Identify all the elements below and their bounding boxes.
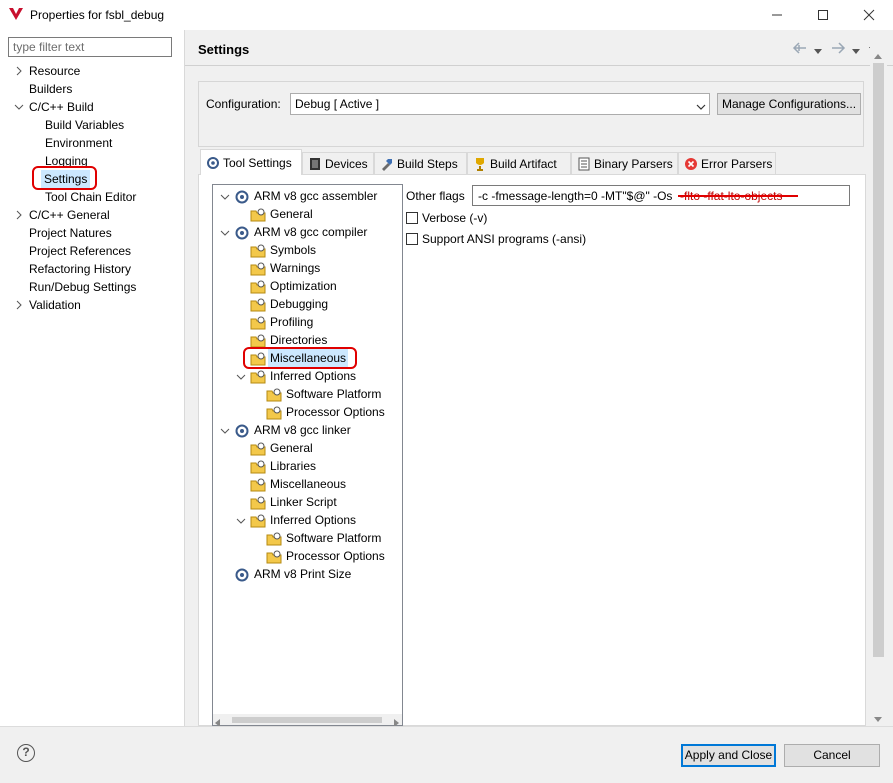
tab-devices[interactable]: Devices <box>302 152 374 174</box>
tab-error-parsers[interactable]: Error Parsers <box>678 152 776 174</box>
strikethrough-annotation <box>678 195 798 197</box>
tree-item-symbols[interactable]: Symbols <box>270 241 316 259</box>
filter-input[interactable] <box>8 37 172 57</box>
ansi-label: Support ANSI programs (-ansi) <box>422 232 587 246</box>
tab-tool-settings-label: Tool Settings <box>223 156 292 170</box>
tab-devices-label: Devices <box>325 157 368 171</box>
chevron-down-icon[interactable] <box>696 100 706 114</box>
nav-item-project-references[interactable]: Project References <box>29 242 131 260</box>
nav-item-resource[interactable]: Resource <box>29 62 80 80</box>
tree-item-linker-miscellaneous[interactable]: Miscellaneous <box>270 475 346 493</box>
tab-build-steps-label: Build Steps <box>397 157 458 171</box>
tree-item-compiler-processor-options[interactable]: Processor Options <box>286 403 385 421</box>
ansi-checkbox[interactable] <box>406 233 418 245</box>
tree-item-optimization[interactable]: Optimization <box>270 277 337 295</box>
forward-arrow-icon[interactable] <box>830 41 846 58</box>
verbose-label: Verbose (-v) <box>422 211 488 225</box>
configuration-label: Configuration: <box>206 97 281 111</box>
tree-scroll-thumb[interactable] <box>232 717 382 723</box>
nav-item-refactoring-history[interactable]: Refactoring History <box>29 260 131 278</box>
verbose-checkbox[interactable] <box>406 212 418 224</box>
tree-item-linker-inferred-options[interactable]: Inferred Options <box>270 511 356 529</box>
back-arrow-icon[interactable] <box>792 41 808 58</box>
tree-item-compiler[interactable]: ARM v8 gcc compiler <box>254 223 367 241</box>
tree-item-compiler-miscellaneous[interactable]: Miscellaneous <box>268 349 349 367</box>
tree-item-warnings[interactable]: Warnings <box>270 259 320 277</box>
other-flags-value: -c -fmessage-length=0 -MT"$@" -Os <box>478 189 673 203</box>
tree-item-linker-software-platform[interactable]: Software Platform <box>286 529 381 547</box>
tree-item-compiler-inferred-options[interactable]: Inferred Options <box>270 367 356 385</box>
configuration-value: Debug [ Active ] <box>295 97 380 111</box>
tree-item-profiling[interactable]: Profiling <box>270 313 313 331</box>
tree-item-linker-libraries[interactable]: Libraries <box>270 457 316 475</box>
header-separator <box>185 65 893 66</box>
tab-build-steps[interactable]: Build Steps <box>374 152 467 174</box>
minimize-button[interactable] <box>755 0 799 30</box>
tab-binary-parsers-label: Binary Parsers <box>594 157 673 171</box>
nav-item-build-variables[interactable]: Build Variables <box>45 116 124 134</box>
scroll-up-icon[interactable] <box>874 48 882 62</box>
tree-item-linker[interactable]: ARM v8 gcc linker <box>254 421 351 439</box>
tree-item-linker-processor-options[interactable]: Processor Options <box>286 547 385 565</box>
vertical-scroll-thumb[interactable] <box>873 63 884 657</box>
tab-build-artifact[interactable]: Build Artifact <box>467 152 571 174</box>
close-button[interactable] <box>847 0 891 30</box>
page-title: Settings <box>198 42 250 57</box>
nav-item-cpp-build[interactable]: C/C++ Build <box>29 98 94 116</box>
nav-item-tool-chain-editor[interactable]: Tool Chain Editor <box>45 188 136 206</box>
nav-item-run-debug-settings[interactable]: Run/Debug Settings <box>29 278 136 296</box>
tree-item-print-size[interactable]: ARM v8 Print Size <box>254 565 351 583</box>
tree-item-linker-general[interactable]: General <box>270 439 313 457</box>
tab-build-artifact-label: Build Artifact <box>490 157 557 171</box>
forward-menu-chevron-icon[interactable] <box>852 44 860 58</box>
back-menu-chevron-icon[interactable] <box>814 44 822 58</box>
tree-item-assembler[interactable]: ARM v8 gcc assembler <box>254 187 377 205</box>
nav-item-cpp-general[interactable]: C/C++ General <box>29 206 110 224</box>
tab-binary-parsers[interactable]: Binary Parsers <box>571 152 678 174</box>
tab-error-parsers-label: Error Parsers <box>701 157 773 171</box>
apply-and-close-button[interactable]: Apply and Close <box>681 744 776 767</box>
tab-tool-settings[interactable]: Tool Settings <box>200 149 302 175</box>
nav-item-builders[interactable]: Builders <box>29 80 72 98</box>
cancel-button[interactable]: Cancel <box>784 744 880 767</box>
scroll-down-icon[interactable] <box>874 712 882 726</box>
app-logo-icon <box>8 6 24 22</box>
tree-item-compiler-software-platform[interactable]: Software Platform <box>286 385 381 403</box>
nav-item-validation[interactable]: Validation <box>29 296 81 314</box>
help-button[interactable]: ? <box>17 744 35 762</box>
manage-configurations-button[interactable]: Manage Configurations... <box>717 93 861 115</box>
maximize-button[interactable] <box>801 0 845 30</box>
nav-item-project-natures[interactable]: Project Natures <box>29 224 112 242</box>
tree-item-linker-script[interactable]: Linker Script <box>270 493 337 511</box>
tree-item-debugging[interactable]: Debugging <box>270 295 328 313</box>
other-flags-label: Other flags <box>406 189 465 203</box>
nav-item-environment[interactable]: Environment <box>45 134 112 152</box>
tree-item-asm-general[interactable]: General <box>270 205 313 223</box>
window-title: Properties for fsbl_debug <box>30 8 165 22</box>
nav-item-settings[interactable]: Settings <box>41 170 91 188</box>
